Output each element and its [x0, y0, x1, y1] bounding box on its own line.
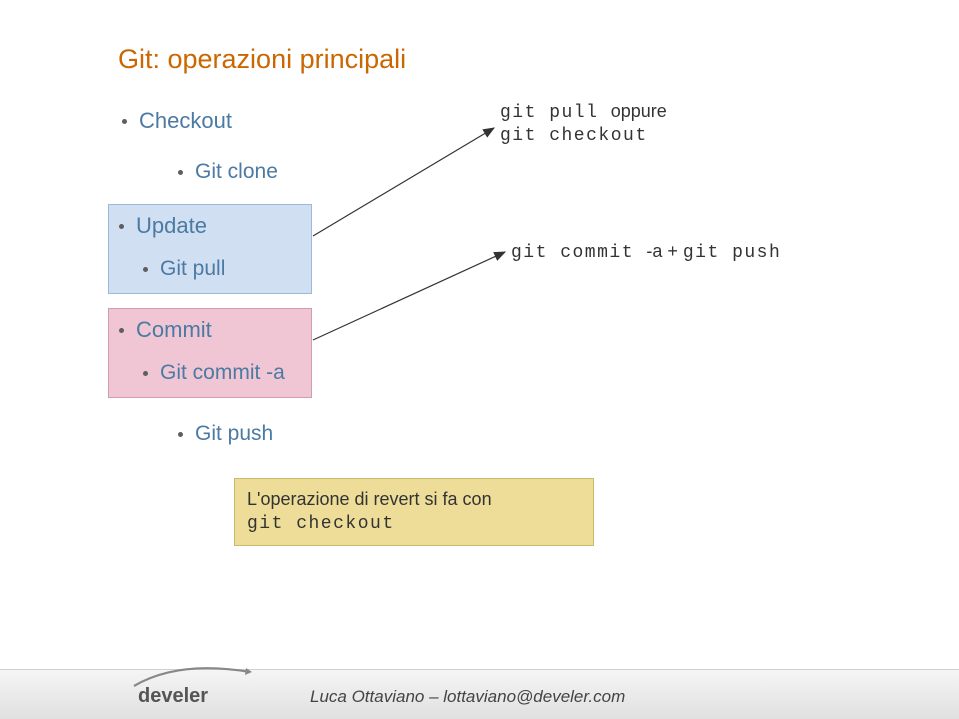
ann-top-pre: git pull [500, 103, 611, 123]
checkout-label: Checkout [139, 108, 232, 134]
revert-line2: git checkout [247, 512, 581, 537]
commit-label: Commit [136, 317, 212, 343]
git-clone-label: Git clone [195, 160, 278, 184]
bullet-git-pull: Git pull [143, 257, 301, 281]
git-pull-label: Git pull [160, 257, 225, 281]
annotation-top: git pull oppure git checkout [500, 100, 667, 149]
develer-logo: develer [128, 658, 258, 713]
ann-mid-post: git push [683, 243, 781, 263]
revert-box: L'operazione di revert si fa con git che… [234, 478, 594, 546]
bullet-git-push: Git push [178, 422, 273, 446]
footer-text: Luca Ottaviano – lottaviano@develer.com [310, 687, 625, 707]
commit-box: Commit Git commit -a [108, 308, 312, 398]
bullet-dot-icon [178, 432, 183, 437]
annotation-mid: git commit -a + git push [511, 240, 781, 265]
bullet-dot-icon [143, 371, 148, 376]
bullet-git-clone: Git clone [178, 160, 278, 184]
git-commit-a-label: Git commit -a [160, 361, 285, 385]
bullet-dot-icon [178, 170, 183, 175]
bullet-git-commit-a: Git commit -a [143, 361, 301, 385]
ann-top-line2: git checkout [500, 125, 667, 148]
ann-top-word: oppure [611, 101, 667, 121]
logo-text: develer [138, 685, 208, 707]
bullet-dot-icon [143, 267, 148, 272]
bullet-dot-icon [122, 119, 127, 124]
update-label: Update [136, 213, 207, 239]
git-push-label: Git push [195, 422, 273, 446]
ann-mid-pre: git commit [511, 243, 646, 263]
revert-line1: L'operazione di revert si fa con [247, 487, 581, 512]
bullet-dot-icon [119, 328, 124, 333]
update-box: Update Git pull [108, 204, 312, 294]
slide-title: Git: operazioni principali [118, 44, 406, 75]
bullet-commit: Commit [119, 317, 301, 343]
ann-mid-mid: -a + [646, 241, 683, 261]
bullet-dot-icon [119, 224, 124, 229]
bullet-update: Update [119, 213, 301, 239]
bullet-checkout: Checkout [122, 108, 232, 134]
